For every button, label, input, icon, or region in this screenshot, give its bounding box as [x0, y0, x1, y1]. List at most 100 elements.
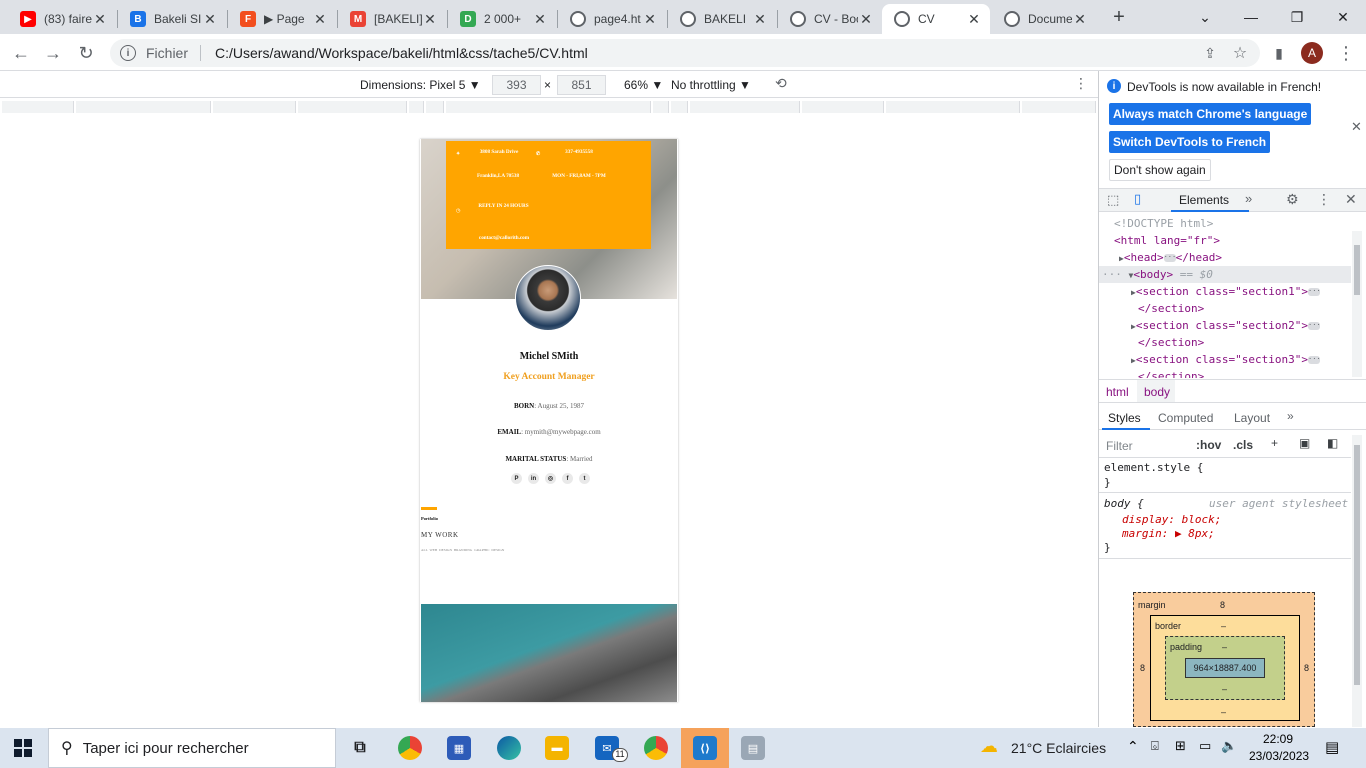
tab-search-chevron-icon[interactable]: ⌄ — [1182, 0, 1228, 34]
vscode-icon[interactable]: ⟨⟩ — [693, 736, 717, 760]
back-icon[interactable]: ← — [8, 40, 34, 66]
minimize-icon[interactable]: — — [1228, 0, 1274, 34]
tab-bakeli-si[interactable]: B Bakeli SI ✕ — [118, 4, 226, 34]
tab-layout[interactable]: Layout — [1234, 411, 1270, 425]
gear-icon[interactable]: ⚙ — [1286, 191, 1299, 208]
cls-toggle[interactable]: .cls — [1233, 438, 1253, 452]
crumb-body[interactable]: body — [1144, 385, 1170, 399]
pinterest-icon[interactable]: P — [511, 473, 522, 484]
viewport-width-input[interactable]: 393 — [492, 75, 541, 95]
tab-cv[interactable]: CV ✕ — [882, 4, 990, 34]
more-tabs-icon[interactable]: » — [1245, 191, 1252, 206]
hov-toggle[interactable]: :hov — [1196, 438, 1221, 452]
dimensions-dropdown[interactable]: Dimensions: Pixel 5 ▼ — [360, 78, 481, 92]
close-icon[interactable]: ✕ — [92, 11, 108, 28]
weather-icon[interactable]: ☁ — [980, 736, 998, 757]
chevron-up-icon[interactable]: ⌃ — [1127, 738, 1139, 755]
dom-body-row[interactable]: ··· ▼<body> == $0 — [1102, 268, 1213, 281]
task-view-icon[interactable]: ⧉ — [348, 736, 372, 760]
photos-icon[interactable]: ▤ — [741, 736, 765, 760]
close-icon[interactable]: ✕ — [532, 11, 548, 28]
tab-styles[interactable]: Styles — [1108, 411, 1141, 425]
more-tabs-icon[interactable]: » — [1287, 409, 1294, 423]
boxmodel-content[interactable]: 964×18887.400 — [1185, 658, 1265, 678]
switch-french-button[interactable]: Switch DevTools to French — [1109, 131, 1271, 153]
devtools-kebab-icon[interactable]: ⋮ — [1317, 191, 1331, 208]
paint-icon[interactable]: ▣ — [1299, 436, 1310, 450]
tab-gmail[interactable]: M [BAKELI] ✕ — [338, 4, 446, 34]
inspect-icon[interactable]: ⬚ — [1107, 192, 1119, 208]
address-bar[interactable]: i Fichier C:/Users/awand/Workspace/bakel… — [110, 39, 1260, 67]
tab-page4[interactable]: page4.ht ✕ — [558, 4, 666, 34]
close-icon[interactable]: ✕ — [1072, 11, 1088, 28]
chrome-icon[interactable] — [398, 736, 422, 760]
close-icon[interactable]: ✕ — [642, 11, 658, 28]
facebook-icon[interactable]: f — [562, 473, 573, 484]
instagram-icon[interactable]: ◎ — [545, 473, 556, 484]
side-panel-icon[interactable]: ▮ — [1266, 40, 1292, 66]
dom-section3-row[interactable]: ▶<section class="section3">··· — [1131, 353, 1321, 366]
tab-elements[interactable]: Elements — [1179, 193, 1229, 207]
add-rule-icon[interactable]: + — [1271, 436, 1278, 450]
rule-element-style[interactable]: element.style { — [1104, 461, 1203, 474]
dom-scrollbar[interactable] — [1352, 231, 1362, 377]
volume-icon[interactable]: 🔈 — [1221, 738, 1237, 754]
new-tab-button[interactable]: + — [1106, 6, 1132, 30]
close-icon[interactable]: ✕ — [752, 11, 768, 28]
throttling-dropdown[interactable]: No throttling ▼ — [671, 78, 751, 92]
tab-figma[interactable]: F ▶ Page ✕ — [228, 4, 336, 34]
linkedin-icon[interactable]: in — [528, 473, 539, 484]
restore-icon[interactable]: ❐ — [1274, 0, 1320, 34]
close-icon[interactable]: ✕ — [858, 11, 874, 28]
tab-document[interactable]: Docume ✕ — [992, 4, 1096, 34]
rule-prop-margin[interactable]: margin: ▶ 8px; — [1122, 527, 1215, 540]
device-toggle-icon[interactable]: ▯ — [1134, 191, 1141, 207]
notifications-icon[interactable]: ▤ — [1325, 738, 1339, 756]
clock-time[interactable]: 22:09 — [1263, 732, 1293, 746]
zoom-dropdown[interactable]: 66% ▼ — [624, 78, 663, 92]
dont-show-button[interactable]: Don't show again — [1109, 159, 1211, 181]
taskbar-search[interactable]: ⚲ Taper ici pour rechercher — [48, 728, 336, 768]
twitter-icon[interactable]: t — [579, 473, 590, 484]
weather-text[interactable]: 21°C Eclaircies — [1011, 740, 1106, 756]
edge-icon[interactable] — [497, 736, 521, 760]
portfolio-filters[interactable]: ALL WEB DESIGN BRANDING GRAPHIC DESIGN — [421, 548, 504, 552]
clock-date[interactable]: 23/03/2023 — [1249, 749, 1309, 763]
store-icon[interactable]: ▦ — [447, 736, 471, 760]
reload-icon[interactable]: ↻ — [73, 40, 99, 66]
crumb-html[interactable]: html — [1106, 385, 1129, 399]
close-icon[interactable]: ✕ — [202, 11, 218, 28]
dom-doctype[interactable]: <!DOCTYPE html> — [1114, 217, 1213, 230]
menu-kebab-icon[interactable]: ⋮ — [1333, 40, 1359, 66]
tab-youtube[interactable]: ▶ (83) faire ✕ — [8, 4, 116, 34]
usb-icon[interactable]: ⊞ — [1175, 738, 1186, 754]
meet-icon[interactable]: ⌺ — [1151, 738, 1159, 754]
rule-body-selector[interactable]: body { — [1104, 497, 1144, 510]
tab-bakeli[interactable]: BAKELI ✕ — [668, 4, 776, 34]
rotate-icon[interactable]: ⟲ — [775, 75, 787, 92]
tab-cv-boo[interactable]: CV - Boo ✕ — [778, 4, 882, 34]
share-icon[interactable]: ⇪ — [1197, 40, 1223, 66]
tab-computed[interactable]: Computed — [1158, 411, 1213, 425]
battery-icon[interactable]: ▭ — [1199, 738, 1211, 754]
close-window-icon[interactable]: ✕ — [1320, 0, 1366, 34]
close-notice-icon[interactable]: ✕ — [1351, 119, 1362, 135]
dom-section2-row[interactable]: ▶<section class="section2">··· — [1131, 319, 1321, 332]
file-explorer-icon[interactable]: ▬ — [545, 736, 569, 760]
avatar[interactable]: A — [1301, 42, 1323, 64]
forward-icon[interactable]: → — [40, 40, 66, 66]
chrome-profile-icon[interactable] — [644, 736, 668, 760]
dom-section1-row[interactable]: ▶<section class="section1">··· — [1131, 285, 1321, 298]
match-language-button[interactable]: Always match Chrome's language — [1109, 103, 1312, 125]
rule-prop-display[interactable]: display: block; — [1122, 513, 1221, 526]
close-icon[interactable]: ✕ — [966, 11, 982, 28]
sidebar-toggle-icon[interactable]: ◧ — [1327, 436, 1338, 450]
close-icon[interactable]: ✕ — [312, 11, 328, 28]
windows-start-icon[interactable] — [14, 739, 32, 757]
device-menu-kebab-icon[interactable]: ⋮ — [1074, 75, 1088, 92]
dom-head-row[interactable]: ▶<head>···</head> — [1119, 251, 1222, 264]
info-icon[interactable]: i — [120, 45, 136, 61]
viewport-height-input[interactable]: 851 — [557, 75, 606, 95]
styles-scrollbar[interactable] — [1352, 435, 1362, 727]
bookmark-star-icon[interactable]: ☆ — [1227, 40, 1253, 66]
